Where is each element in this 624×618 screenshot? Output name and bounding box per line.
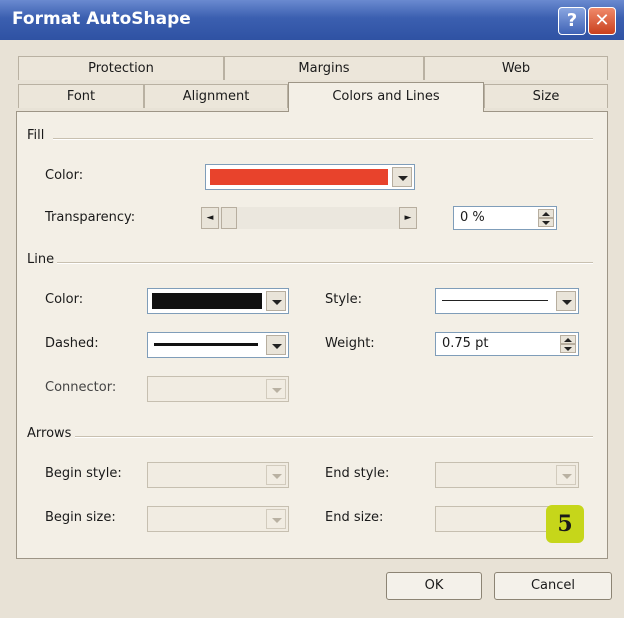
end-style-label: End style: [325,466,390,481]
end-size-label: End size: [325,510,384,525]
connector-dropdown[interactable] [147,376,289,402]
transparency-spinner[interactable]: 0 % [453,206,557,230]
begin-style-dropdown[interactable] [147,462,289,488]
line-style-dropdown[interactable] [435,288,579,314]
tab-protection[interactable]: Protection [18,56,224,80]
spin-down-icon[interactable] [560,344,576,353]
weight-spinner[interactable]: 0.75 pt [435,332,579,356]
spin-up-icon[interactable] [538,209,554,218]
line-style-label: Style: [325,292,363,307]
dash-style-preview [154,343,258,346]
weight-value: 0.75 pt [442,336,489,351]
title-bar[interactable]: Format AutoShape ? ✕ [0,0,624,40]
line-style-preview [442,300,548,301]
line-color-dropdown[interactable] [147,288,289,314]
begin-size-label: Begin size: [45,510,116,525]
close-button[interactable]: ✕ [588,7,616,35]
transparency-value: 0 % [460,210,485,225]
dashed-dropdown[interactable] [147,332,289,358]
slider-thumb[interactable] [221,207,237,229]
spin-up-icon[interactable] [560,335,576,344]
chevron-down-icon [266,291,286,311]
tab-colors-and-lines[interactable]: Colors and Lines [288,82,484,112]
begin-style-label: Begin style: [45,466,122,481]
line-color-swatch [152,293,262,309]
ok-button[interactable]: OK [386,572,482,600]
step-number-badge: 5 [546,505,584,543]
fill-color-label: Color: [45,168,84,183]
tab-font[interactable]: Font [18,84,144,108]
transparency-slider[interactable]: ◄ ► [201,206,417,230]
arrows-section-label: Arrows [27,426,72,441]
colors-and-lines-panel: Fill Color: Transparency: ◄ ► 0 % Line C… [16,111,608,559]
arrows-divider [75,436,593,438]
chevron-down-icon [556,291,576,311]
dialog-title: Format AutoShape [12,9,191,29]
begin-size-dropdown[interactable] [147,506,289,532]
chevron-down-icon [266,509,286,529]
tab-alignment[interactable]: Alignment [144,84,288,108]
fill-color-dropdown[interactable] [205,164,415,190]
weight-label: Weight: [325,336,375,351]
chevron-down-icon [266,335,286,355]
connector-label: Connector: [45,380,117,395]
transparency-label: Transparency: [45,210,136,225]
fill-color-swatch [210,169,388,185]
chevron-down-icon [266,465,286,485]
slider-track[interactable] [219,207,399,229]
line-section-label: Line [27,252,55,267]
tab-size[interactable]: Size [484,84,608,108]
end-style-dropdown[interactable] [435,462,579,488]
chevron-down-icon [392,167,412,187]
slider-right-icon[interactable]: ► [399,207,417,229]
dashed-label: Dashed: [45,336,99,351]
slider-left-icon[interactable]: ◄ [201,207,219,229]
tab-margins[interactable]: Margins [224,56,424,80]
spin-down-icon[interactable] [538,218,554,227]
help-button[interactable]: ? [558,7,586,35]
fill-section-label: Fill [27,128,45,143]
fill-divider [53,138,593,140]
cancel-button[interactable]: Cancel [494,572,612,600]
line-color-label: Color: [45,292,84,307]
chevron-down-icon [556,465,576,485]
line-divider [57,262,593,264]
chevron-down-icon [266,379,286,399]
tab-web[interactable]: Web [424,56,608,80]
format-autoshape-dialog: Format AutoShape ? ✕ Protection Margins … [0,0,624,618]
